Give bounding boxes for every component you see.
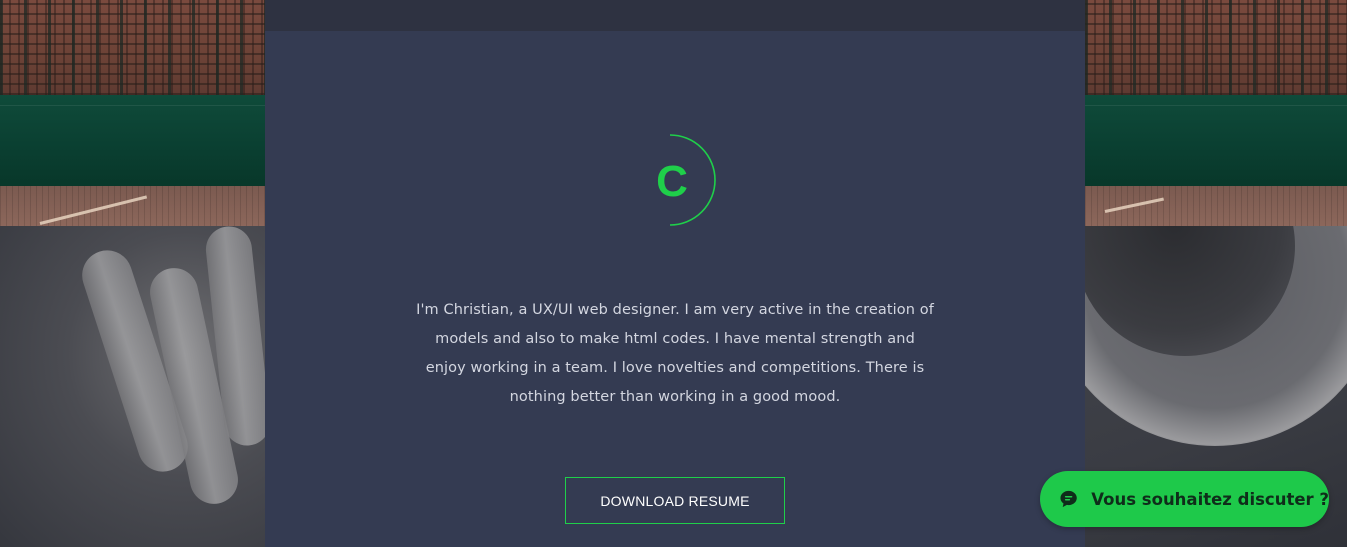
logo-letter: C [656, 157, 688, 206]
chat-widget-label: Vous souhaitez discuter ? [1091, 489, 1329, 509]
download-resume-button[interactable]: DOWNLOAD RESUME [565, 477, 785, 524]
chat-bubble-icon [1060, 490, 1077, 508]
logo[interactable]: C [624, 134, 716, 226]
chat-widget-button[interactable]: Vous souhaitez discuter ? [1040, 471, 1329, 527]
bio-text: I'm Christian, a UX/UI web designer. I a… [416, 302, 934, 405]
background-photo-fence-right [1085, 0, 1347, 226]
intro-card [265, 31, 1085, 547]
background-photo-hand [0, 226, 265, 547]
logo-arc-icon: C [656, 134, 716, 226]
background-photo-fence-left [0, 0, 265, 226]
